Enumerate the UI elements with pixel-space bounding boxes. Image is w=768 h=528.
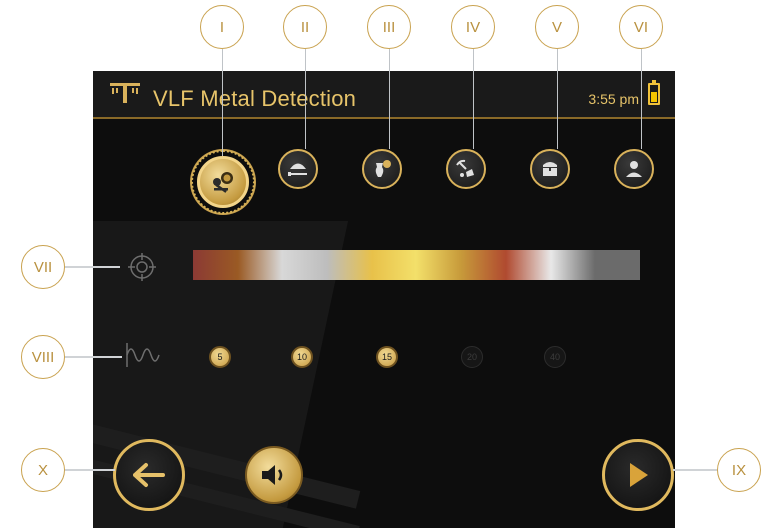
battery-fill [651,92,657,102]
coins-keys-icon [213,172,233,193]
callout-IX: IX [717,448,761,492]
callout-connector [222,49,223,156]
sound-button[interactable] [245,446,303,504]
target-id-segment [595,250,640,280]
target-id-segment [461,250,506,280]
mode-button-treasure-chest[interactable] [530,149,570,189]
target-id-segment [505,250,551,280]
mode-button-coins-keys[interactable] [191,150,255,214]
callout-connector [305,49,306,149]
treasure-chest-icon [543,162,557,176]
target-id-segment [550,250,596,280]
callout-VII: VII [21,245,65,289]
target-id-segment [193,250,238,280]
target-crosshair-icon [128,253,156,281]
mode-button-person[interactable] [614,149,654,189]
person-icon [626,161,642,177]
frequency-button-40[interactable]: 40 [544,346,566,368]
callout-V: V [535,5,579,49]
play-icon [630,463,648,487]
speaker-icon [262,465,283,485]
waveform-icon [126,343,160,367]
tower-logo-icon [110,83,140,103]
callout-VIII: VIII [21,335,65,379]
pickaxe-nugget-icon [456,159,474,177]
target-id-segment [282,250,328,280]
target-id-bar [193,250,640,280]
callout-X: X [21,448,65,492]
play-button[interactable] [602,439,674,511]
back-button[interactable] [113,439,185,511]
helmet-sword-icon [288,163,307,176]
callout-connector [673,469,717,471]
mode-button-helmet-sword[interactable] [278,149,318,189]
mode-button-vase-coin[interactable] [362,149,402,189]
callout-connector [473,49,474,149]
callout-connector [65,469,115,471]
clock: 3:55 pm [588,91,639,107]
callout-III: III [367,5,411,49]
frequency-button-20[interactable]: 20 [461,346,483,368]
frequency-button-15[interactable]: 15 [376,346,398,368]
vase-coin-icon [375,160,391,177]
arrow-left-icon [133,463,165,487]
callout-connector [65,356,122,358]
frequency-button-10[interactable]: 10 [291,346,313,368]
callout-connector [641,49,642,149]
callout-connector [389,49,390,149]
mode-button-pickaxe-nugget[interactable] [446,149,486,189]
target-id-segment [237,250,283,280]
frequency-button-5[interactable]: 5 [209,346,231,368]
device-screen: VLF Metal Detection 3:55 pm 5 10 15 20 4… [93,71,675,528]
callout-connector [65,266,120,268]
callout-II: II [283,5,327,49]
callout-IV: IV [451,5,495,49]
app-title: VLF Metal Detection [153,86,357,111]
target-id-segment [327,250,372,280]
battery-icon [648,80,660,105]
target-id-segment [416,250,462,280]
target-id-segment [371,250,417,280]
callout-VI: VI [619,5,663,49]
callout-I: I [200,5,244,49]
title-bar: VLF Metal Detection 3:55 pm [93,71,675,119]
callout-connector [557,49,558,149]
